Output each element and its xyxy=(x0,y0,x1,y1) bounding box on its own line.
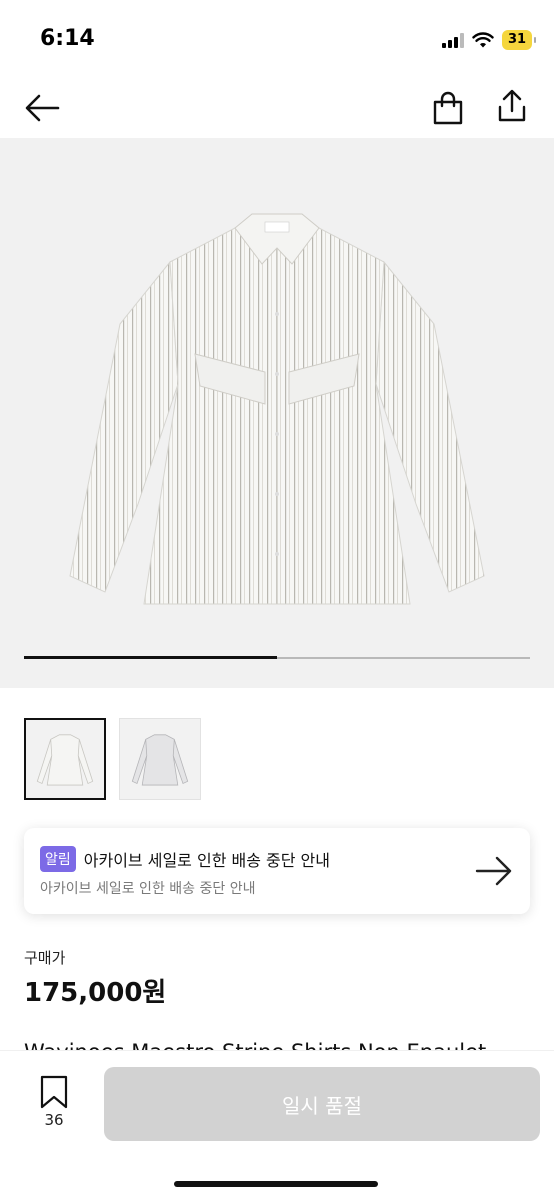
thumbnail-image xyxy=(36,734,94,786)
bookmark-icon xyxy=(40,1075,68,1109)
share-button[interactable] xyxy=(490,84,534,128)
product-image xyxy=(69,213,485,605)
notice-header: 알림 아카이브 세일로 인한 배송 중단 안내 xyxy=(40,846,330,872)
notice-title: 아카이브 세일로 인한 배송 중단 안내 xyxy=(83,851,330,870)
back-arrow-icon xyxy=(25,94,60,122)
thumbnail-1[interactable] xyxy=(24,718,106,800)
wishlist-count: 36 xyxy=(44,1111,64,1129)
price-label: 구매가 xyxy=(24,949,66,967)
status-bar: 6:14 31 xyxy=(0,0,554,80)
notice-badge: 알림 xyxy=(40,846,76,872)
shopping-bag-icon xyxy=(433,91,463,125)
thumbnail-image xyxy=(131,734,189,786)
wishlist-button[interactable]: 36 xyxy=(30,1075,78,1135)
bottom-action-bar: 36 일시 품절 xyxy=(0,1050,554,1200)
price-value: 175,000원 xyxy=(24,978,167,1008)
share-icon xyxy=(498,89,526,122)
notice-card[interactable]: 알림 아카이브 세일로 인한 배송 중단 안내 아카이브 세일로 인한 배송 중… xyxy=(24,828,530,914)
home-indicator xyxy=(174,1181,378,1187)
sold-out-button[interactable]: 일시 품절 xyxy=(104,1067,540,1141)
signal-icon xyxy=(442,32,464,48)
shopping-bag-button[interactable] xyxy=(426,86,470,130)
gallery-progress-track xyxy=(24,656,530,659)
gallery-progress-fill xyxy=(24,656,277,659)
status-icons: 31 xyxy=(442,30,536,50)
top-nav xyxy=(0,80,554,138)
thumbnail-list xyxy=(24,718,201,800)
thumbnail-2[interactable] xyxy=(119,718,201,800)
product-image-gallery[interactable] xyxy=(0,138,554,688)
battery-indicator: 31 xyxy=(502,30,536,50)
status-time: 6:14 xyxy=(40,26,95,51)
notice-subtitle: 아카이브 세일로 인한 배송 중단 안내 xyxy=(40,881,256,897)
wifi-icon xyxy=(472,31,494,47)
back-button[interactable] xyxy=(20,86,64,130)
arrow-right-icon xyxy=(475,856,512,886)
